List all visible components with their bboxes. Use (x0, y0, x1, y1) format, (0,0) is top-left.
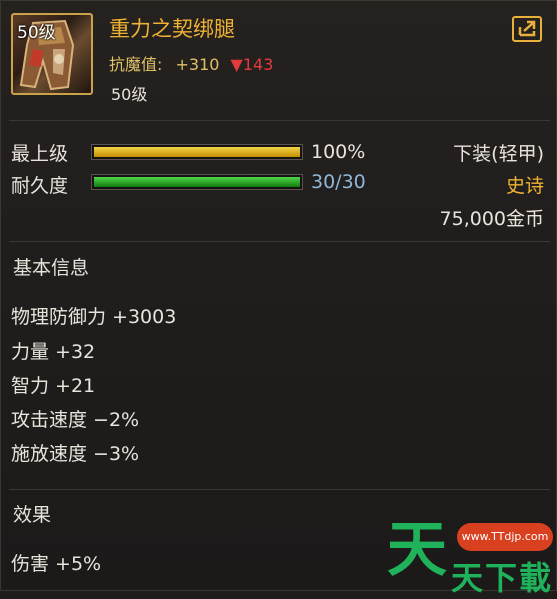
attr-intelligence: 智力 +21 (11, 375, 96, 397)
rarity-label: 史诗 (505, 175, 544, 197)
watermark-logo: 天 (387, 515, 447, 585)
share-button[interactable] (512, 16, 542, 42)
required-level: 50级 (111, 85, 148, 104)
magic-resist-down: ▼143 (231, 55, 274, 74)
durability-bar-fill (94, 177, 300, 187)
effect-damage: 伤害 +5% (11, 553, 102, 575)
divider-effect (9, 489, 550, 490)
durability-value: 30/30 (311, 171, 366, 193)
max-level-bar (91, 144, 303, 160)
item-icon[interactable]: 50级 (11, 13, 93, 95)
item-tooltip: 50级 重力之契绑腿 抗魔值: +310 ▼143 50级 最上级 100% 下… (0, 0, 557, 597)
share-icon (518, 20, 536, 37)
divider-basic (9, 241, 550, 242)
watermark-url: www.TTdjp.com (457, 523, 553, 551)
max-level-bar-fill (94, 147, 300, 157)
watermark-text: 天下載 (451, 559, 554, 597)
max-level-value: 100% (311, 141, 366, 163)
item-name: 重力之契绑腿 (109, 17, 235, 41)
equipment-slot: 下装(轻甲) (453, 143, 544, 165)
down-arrow-icon: ▼ (230, 55, 243, 74)
divider-top (9, 120, 550, 121)
attr-physical-defense: 物理防御力 +3003 (11, 306, 177, 328)
durability-label: 耐久度 (11, 175, 69, 197)
durability-bar (91, 174, 303, 190)
magic-resist-label: 抗魔值: (109, 55, 163, 74)
icon-level-label: 50级 (17, 23, 56, 43)
magic-resist-down-value: 143 (242, 55, 274, 74)
max-level-label: 最上级 (11, 143, 69, 165)
effect-title: 效果 (13, 504, 52, 526)
attr-cast-speed: 施放速度 −3% (11, 443, 140, 465)
magic-resist-bonus: +310 (175, 55, 220, 74)
basic-info-title: 基本信息 (13, 257, 90, 279)
magic-resist-line: 抗魔值: +310 ▼143 (109, 51, 273, 75)
price-label: 75,000金币 (439, 208, 544, 230)
attr-attack-speed: 攻击速度 −2% (11, 409, 140, 431)
attr-strength: 力量 +32 (11, 341, 96, 363)
